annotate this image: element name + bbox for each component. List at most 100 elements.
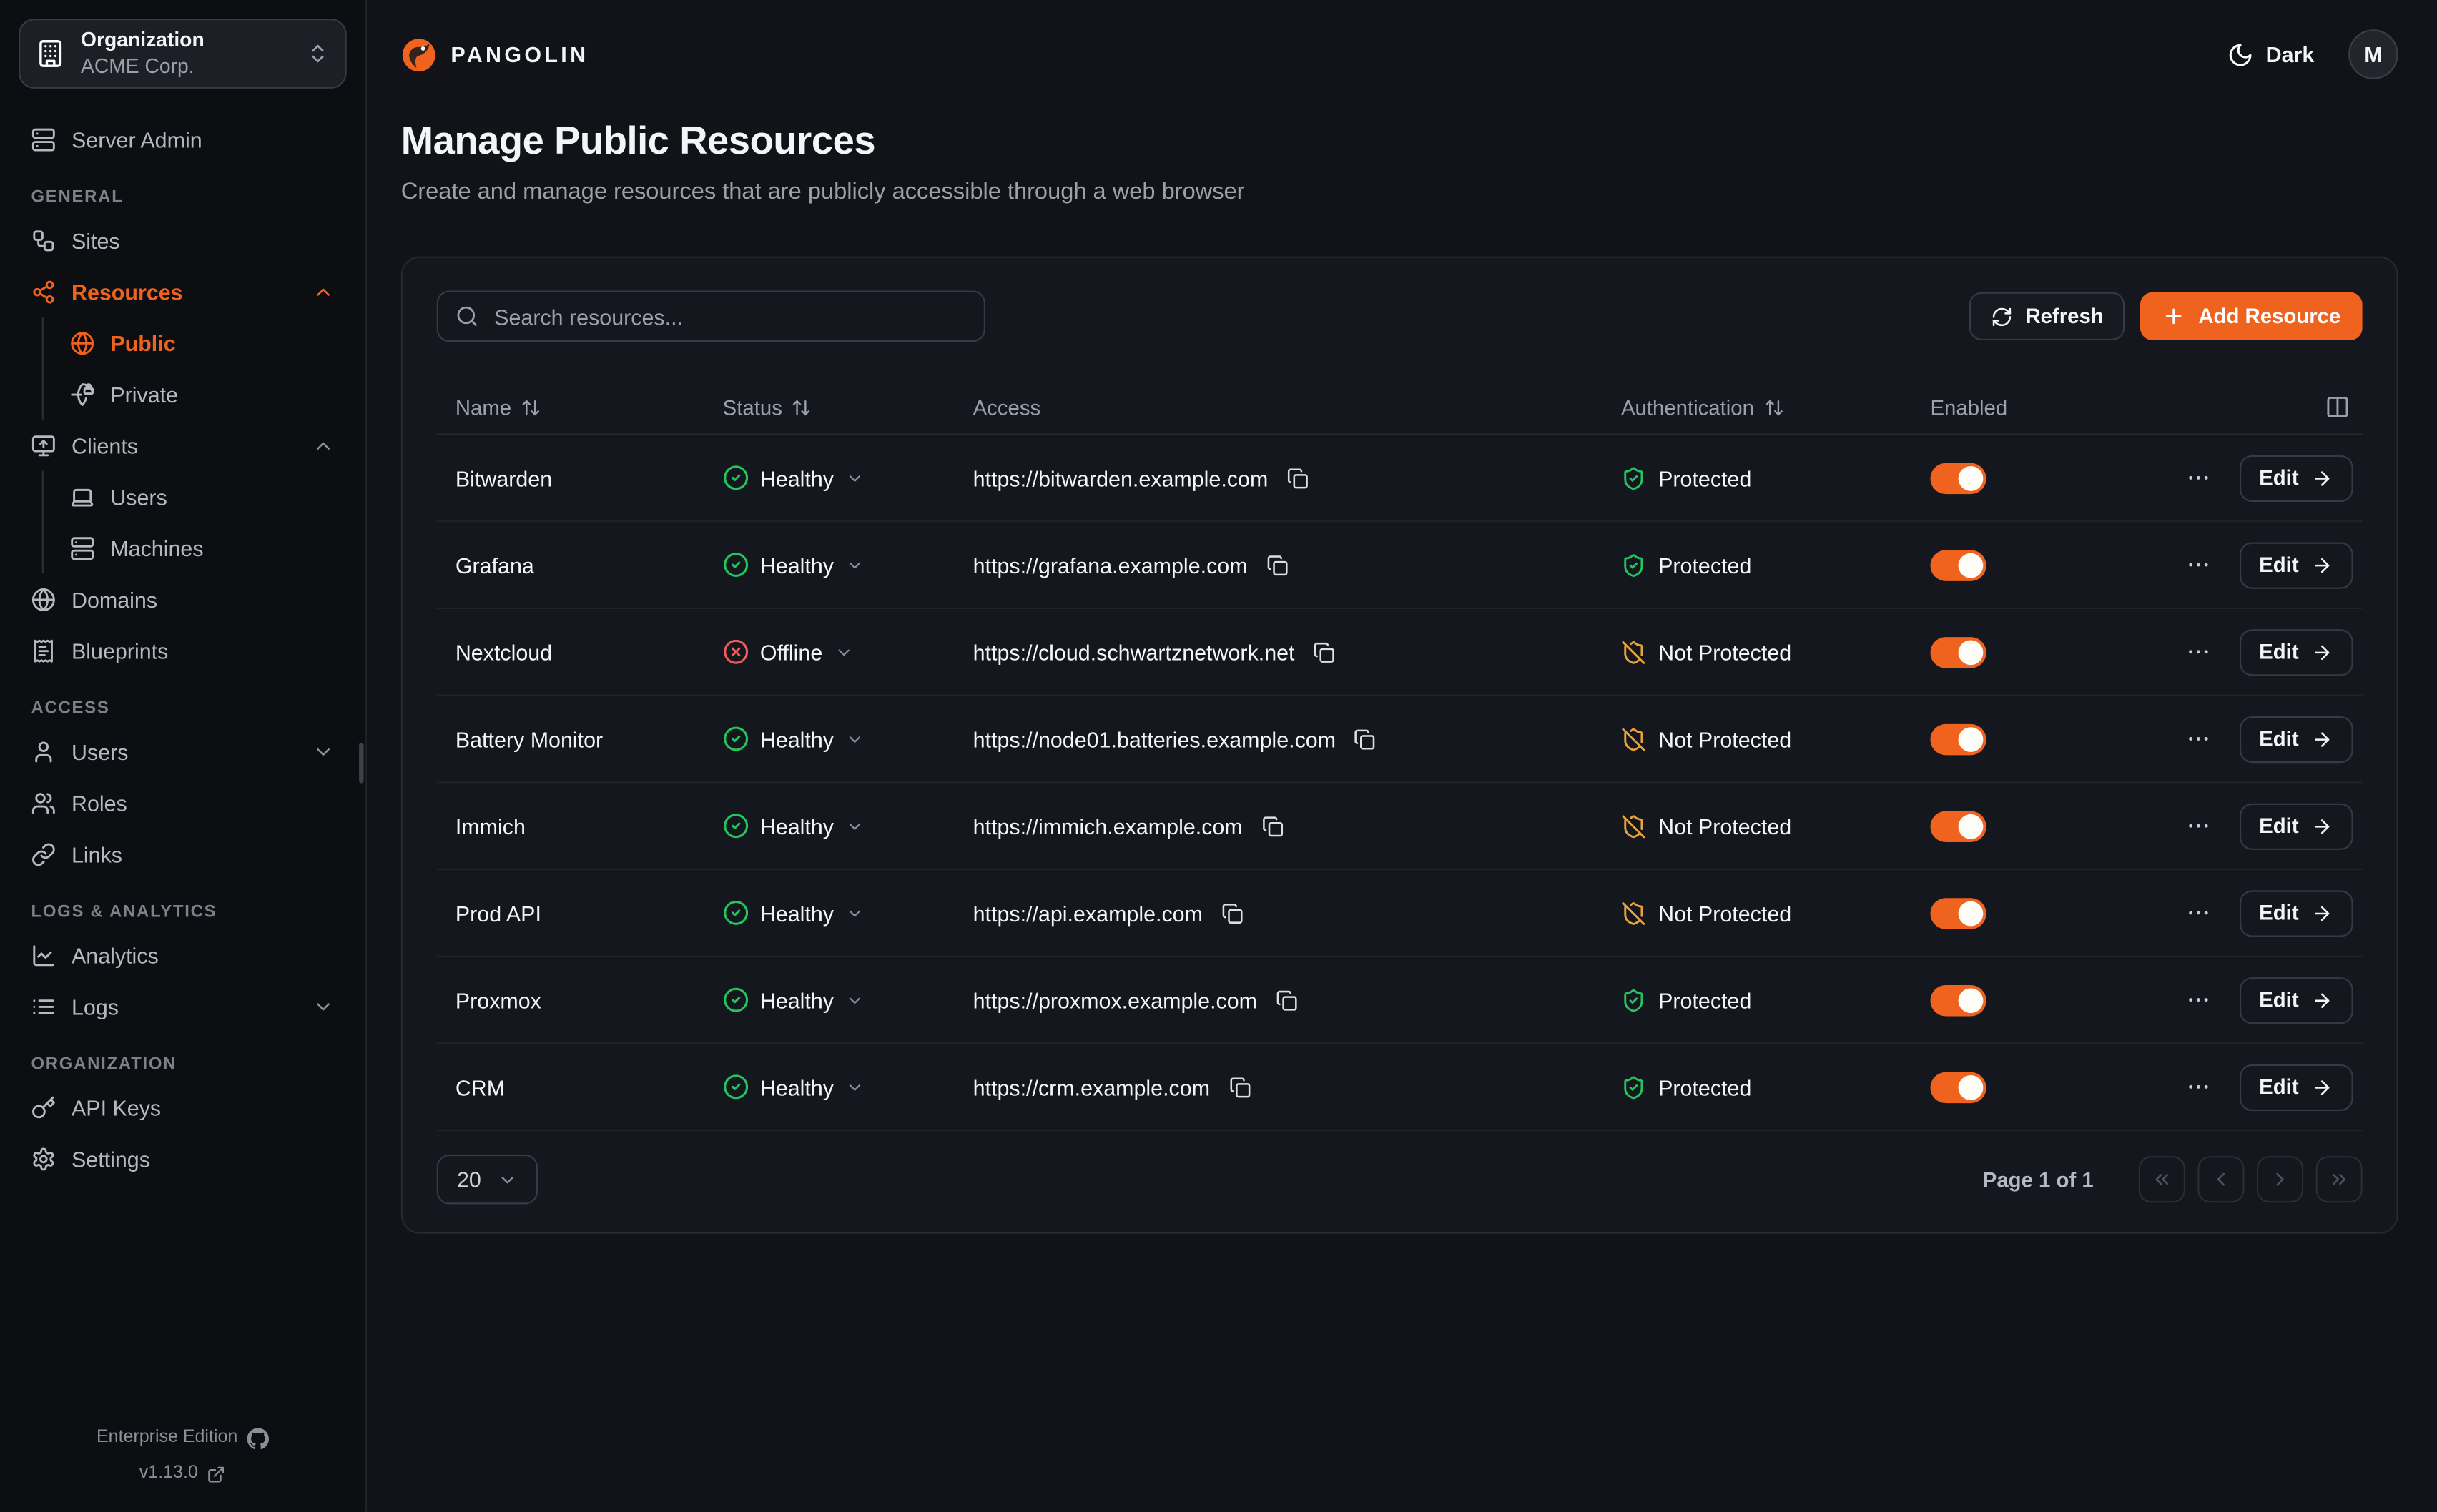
column-header-name[interactable]: Name <box>456 395 723 419</box>
sidebar-item-clients[interactable]: Clients <box>19 420 347 471</box>
sidebar: Organization ACME Corp. Server Admin GEN… <box>0 0 367 1512</box>
sidebar-item-label: Machines <box>110 535 334 560</box>
access-cell: https://immich.example.com <box>973 812 1621 840</box>
sidebar-item-server-admin[interactable]: Server Admin <box>19 114 347 165</box>
last-page-button[interactable] <box>2316 1156 2363 1202</box>
sidebar-item-settings[interactable]: Settings <box>19 1132 347 1184</box>
enabled-toggle[interactable] <box>1930 636 1986 667</box>
next-page-button[interactable] <box>2257 1156 2303 1202</box>
status-label: Healthy <box>760 465 834 490</box>
enabled-toggle[interactable] <box>1930 723 1986 754</box>
ellipsis-icon[interactable] <box>2182 1071 2215 1104</box>
status-dropdown[interactable]: Healthy <box>723 813 865 839</box>
edit-button[interactable]: Edit <box>2239 1064 2353 1110</box>
copy-icon[interactable] <box>1284 464 1311 492</box>
status-dropdown[interactable]: Healthy <box>723 552 865 578</box>
enabled-toggle[interactable] <box>1930 463 1986 493</box>
first-page-button[interactable] <box>2139 1156 2185 1202</box>
sidebar-item-machines[interactable]: Machines <box>57 522 346 573</box>
search-box[interactable] <box>437 290 985 342</box>
sort-icon[interactable] <box>521 397 541 417</box>
status-cell: Healthy <box>723 899 973 926</box>
refresh-icon <box>1992 305 2013 327</box>
ellipsis-icon[interactable] <box>2182 984 2215 1017</box>
status-dropdown[interactable]: Healthy <box>723 726 865 752</box>
refresh-button[interactable]: Refresh <box>1969 292 2125 340</box>
version-label: v1.13.0 <box>139 1466 198 1483</box>
avatar[interactable]: M <box>2348 29 2398 79</box>
sort-icon[interactable] <box>1763 397 1783 417</box>
status-dropdown[interactable]: Offline <box>723 638 854 665</box>
edit-button[interactable]: Edit <box>2239 803 2353 849</box>
status-dropdown[interactable]: Healthy <box>723 1074 865 1100</box>
sidebar-item-analytics[interactable]: Analytics <box>19 929 347 981</box>
sidebar-scrollbar[interactable] <box>359 743 364 784</box>
ellipsis-icon[interactable] <box>2182 723 2215 756</box>
shield-off-icon <box>1621 901 1646 926</box>
edit-button[interactable]: Edit <box>2239 541 2353 588</box>
page-title: Manage Public Resources <box>401 119 2398 164</box>
prev-page-button[interactable] <box>2197 1156 2244 1202</box>
sidebar-item-api-keys[interactable]: API Keys <box>19 1082 347 1133</box>
copy-icon[interactable] <box>1226 1073 1254 1101</box>
ellipsis-icon[interactable] <box>2182 548 2215 581</box>
arrow-right-icon <box>2311 554 2333 575</box>
enabled-toggle[interactable] <box>1930 897 1986 928</box>
ellipsis-icon[interactable] <box>2182 462 2215 495</box>
edit-button[interactable]: Edit <box>2239 977 2353 1023</box>
table-row: Prod API Healthy https://api.example.com… <box>437 870 2363 957</box>
page-size-select[interactable]: 20 <box>437 1155 537 1205</box>
toggle-knob <box>1959 465 1984 490</box>
sidebar-item-resources[interactable]: Resources <box>19 266 347 317</box>
sidebar-item-logs[interactable]: Logs <box>19 980 347 1032</box>
status-dropdown[interactable]: Healthy <box>723 465 865 491</box>
enabled-toggle[interactable] <box>1930 810 1986 841</box>
sidebar-item-blueprints[interactable]: Blueprints <box>19 625 347 676</box>
edit-button[interactable]: Edit <box>2239 716 2353 762</box>
sidebar-item-sites[interactable]: Sites <box>19 214 347 266</box>
enabled-toggle[interactable] <box>1930 984 1986 1015</box>
avatar-initial: M <box>2364 42 2382 67</box>
status-dropdown[interactable]: Healthy <box>723 987 865 1013</box>
copy-icon[interactable] <box>1263 551 1291 579</box>
table-header: Name Status Access Authentication <box>437 381 2363 435</box>
edition-link[interactable]: Enterprise Edition <box>19 1428 347 1449</box>
column-header-authentication[interactable]: Authentication <box>1621 395 1931 419</box>
ellipsis-icon[interactable] <box>2182 809 2215 842</box>
edit-button[interactable]: Edit <box>2239 455 2353 501</box>
sidebar-item-client-users[interactable]: Users <box>57 471 346 523</box>
theme-toggle[interactable]: Dark <box>2227 41 2314 68</box>
sidebar-item-roles[interactable]: Roles <box>19 777 347 829</box>
sidebar-item-domains[interactable]: Domains <box>19 573 347 625</box>
sidebar-item-links[interactable]: Links <box>19 828 347 879</box>
organization-picker[interactable]: Organization ACME Corp. <box>19 19 347 89</box>
column-header-status[interactable]: Status <box>723 395 973 419</box>
auth-label: Protected <box>1658 1074 1751 1100</box>
search-input[interactable] <box>491 302 967 330</box>
ellipsis-icon[interactable] <box>2182 636 2215 668</box>
page-size-value: 20 <box>457 1167 481 1192</box>
version-link[interactable]: v1.13.0 <box>19 1466 347 1484</box>
shield-off-icon <box>1621 639 1646 664</box>
sidebar-item-users[interactable]: Users <box>19 726 347 777</box>
enabled-toggle[interactable] <box>1930 549 1986 580</box>
add-resource-button[interactable]: Add Resource <box>2141 292 2363 340</box>
edit-button[interactable]: Edit <box>2239 889 2353 936</box>
brand[interactable]: PANGOLIN <box>401 36 589 72</box>
copy-icon[interactable] <box>1258 812 1286 840</box>
enabled-toggle[interactable] <box>1930 1072 1986 1102</box>
chart-line-icon <box>31 942 56 967</box>
edit-button[interactable]: Edit <box>2239 628 2353 675</box>
copy-icon[interactable] <box>1218 899 1246 927</box>
pager-buttons <box>2139 1156 2363 1202</box>
copy-icon[interactable] <box>1352 725 1379 753</box>
copy-icon[interactable] <box>1310 638 1338 666</box>
sort-icon[interactable] <box>792 397 812 417</box>
actions-cell: Edit <box>2213 977 2353 1023</box>
sidebar-item-private[interactable]: Private <box>57 368 346 420</box>
sidebar-item-public[interactable]: Public <box>57 317 346 368</box>
ellipsis-icon[interactable] <box>2182 896 2215 929</box>
copy-icon[interactable] <box>1273 986 1301 1014</box>
columns-icon[interactable] <box>2322 392 2353 423</box>
status-dropdown[interactable]: Healthy <box>723 899 865 926</box>
